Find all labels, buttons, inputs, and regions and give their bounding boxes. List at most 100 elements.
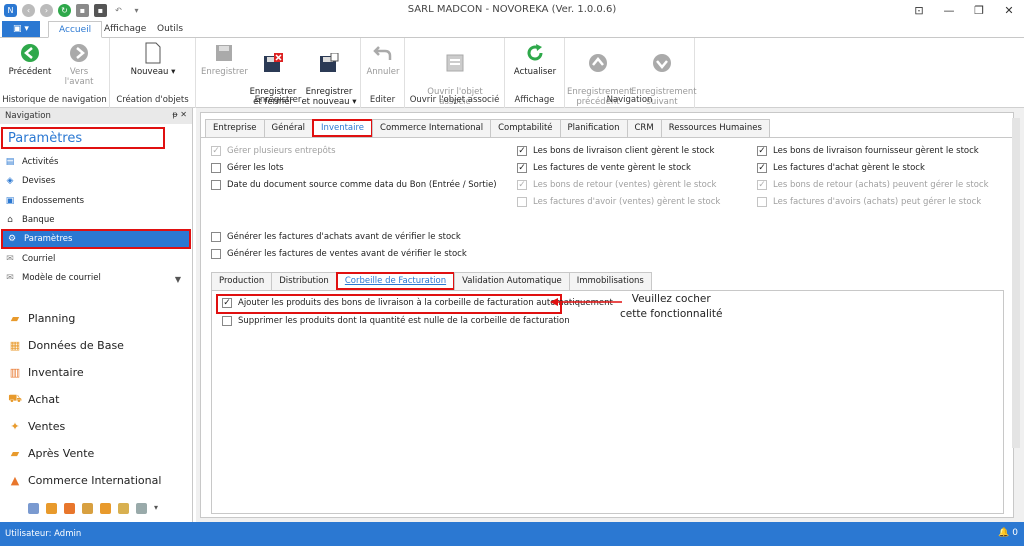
option-client-delivery-stock[interactable]: ✓ Les bons de livraison client gèrent le … [517,146,714,156]
new-button[interactable]: Nouveau ▾ [128,42,178,77]
menu-bar: ▣ ▾ Accueil Affichage Outils [0,20,1024,38]
save-label: Enregistrer [201,67,248,77]
module-commerce-international[interactable]: ▲ Commerce International [8,469,162,491]
vertical-scrollbar[interactable] [1012,118,1020,448]
minimize-icon[interactable]: — [934,0,964,20]
cancel-button[interactable]: Annuler [365,42,401,77]
nav-item-courriel[interactable]: ✉ Courriel [4,250,189,268]
module-shortcuts: ▾ [0,494,193,522]
tab-general[interactable]: Général [263,119,314,137]
refresh-button[interactable]: Actualiser [511,42,559,77]
dropdown-icon[interactable]: ▾ [130,4,143,17]
subtab-production[interactable]: Production [211,272,273,290]
option-remove-zero-quantity[interactable]: Supprimer les produits dont la quantité … [222,316,570,326]
module-apres-vente[interactable]: ▰ Après Vente [8,442,95,464]
option-purchase-invoice-before-check[interactable]: Générer les factures d'achats avant de v… [211,232,461,242]
undo-icon[interactable]: ↶ [112,4,125,17]
nav-item-endossements[interactable]: ▣ Endossements [4,192,189,210]
shortcut-inventory-icon[interactable] [64,502,75,514]
subtab-distribution[interactable]: Distribution [271,272,337,290]
tab-ressources-humaines[interactable]: Ressources Humaines [660,119,770,137]
option-purchase-credit-stock[interactable]: Les factures d'avoirs (achats) peut gére… [757,197,981,207]
annotation-arrow [550,298,622,306]
tab-outils[interactable]: Outils [147,21,193,38]
refresh-icon[interactable]: ↻ [58,3,71,17]
tab-comptabilite[interactable]: Comptabilité [490,119,561,137]
tab-inventaire[interactable]: Inventaire [312,119,374,137]
save-icon[interactable]: ▪ [76,3,89,17]
module-label: Inventaire [28,365,84,379]
group-label: Ouvrir l'objet associé [409,95,500,105]
option-sales-invoice-before-check[interactable]: Générer les factures de ventes avant de … [211,249,467,259]
subtab-validation-automatique[interactable]: Validation Automatique [454,272,570,290]
app-logo-icon: N [4,3,17,17]
nav-item-modele-courriel[interactable]: ✉ Modèle de courriel ▼ [4,269,189,287]
tab-crm[interactable]: CRM [626,119,662,137]
shortcut-purchase-icon[interactable] [82,502,93,514]
cancel-label: Annuler [366,67,400,77]
settings-panel: Entreprise Général Inventaire Commerce I… [200,112,1014,518]
module-inventaire[interactable]: ▥ Inventaire [8,361,84,383]
group-display: Actualiser Affichage [505,38,565,108]
maximize-icon[interactable]: ❐ [964,0,994,20]
module-planning[interactable]: ▰ Planning [8,307,76,329]
arrow-up-icon [587,52,609,74]
bell-icon: 🔔 [998,528,1010,538]
save-close-icon[interactable]: ▪ [94,3,107,17]
module-ventes[interactable]: ✦ Ventes [8,415,65,437]
option-sales-invoice-stock[interactable]: ✓ Les factures de vente gèrent le stock [517,163,691,173]
scroll-down-icon[interactable]: ▼ [175,275,181,284]
file-menu-button[interactable]: ▣ ▾ [2,21,40,37]
tab-commerce-international[interactable]: Commerce International [372,119,492,137]
forward-button[interactable]: Vers l'avant [55,42,103,87]
nav-section-title[interactable]: Paramètres [1,127,165,149]
module-donnees-base[interactable]: ▦ Données de Base [8,334,124,356]
forward-label: Vers l'avant [64,67,94,87]
option-sales-credit-stock[interactable]: Les factures d'avoir (ventes) gèrent le … [517,197,720,207]
nav-item-label: Endossements [22,196,85,206]
save-button[interactable]: Enregistrer [201,42,248,77]
previous-label: Précédent [8,67,52,77]
currency-icon: ◈ [6,176,14,186]
shortcut-settings-icon[interactable] [136,502,147,514]
option-supplier-delivery-stock[interactable]: ✓ Les bons de livraison fournisseur gèren… [757,146,979,156]
option-purchase-invoice-stock[interactable]: ✓ Les factures d'achat gèrent le stock [757,163,925,173]
option-multi-warehouse[interactable]: ✓ Gérer plusieurs entrepôts [211,146,336,156]
floppy-new-icon [318,52,340,74]
bank-icon: ⌂ [7,215,13,225]
shortcut-aftersales-icon[interactable] [118,502,129,514]
nav-item-banque[interactable]: ⌂ Banque [4,211,189,229]
nav-item-parametres[interactable]: ⚙ Paramètres [1,229,191,249]
shortcut-data-icon[interactable] [46,502,57,514]
arrow-down-icon [651,52,673,74]
back-icon[interactable]: ‹ [22,3,35,17]
pin-icon[interactable]: ᵽ ✕ [172,110,187,119]
tab-planification[interactable]: Planification [559,119,628,137]
option-purchase-return-stock[interactable]: ✓ Les bons de retour (achats) peuvent gér… [757,180,989,190]
shortcut-planning-icon[interactable] [28,502,39,514]
shortcut-sales-icon[interactable] [100,502,111,514]
group-navigation: Enregistrement précédent Enregistrement … [565,38,697,108]
main-tab-row: Entreprise Général Inventaire Commerce I… [205,119,770,137]
notification-count: 0 [1012,528,1018,538]
help-icon[interactable]: ⊡ [904,0,934,20]
cart-icon: ⛟ [8,391,22,405]
option-source-doc-date[interactable]: Date du document source comme data du Bo… [211,180,497,190]
title-bar: N ‹ › ↻ ▪ ▪ ↶ ▾ SARL MADCON - NOVOREKA (… [0,0,1024,20]
more-chevron-icon[interactable]: ▾ [154,503,165,514]
module-achat[interactable]: ⛟ Achat [8,388,59,410]
nav-item-activites[interactable]: ▤ Activités [4,153,189,171]
floppy-close-icon [262,52,284,74]
module-label: Commerce International [28,473,162,487]
option-manage-lots[interactable]: Gérer les lots [211,163,284,173]
close-icon[interactable]: ✕ [994,0,1024,20]
forward-icon[interactable]: › [40,3,53,17]
nav-item-devises[interactable]: ◈ Devises [4,172,189,190]
module-label: Données de Base [28,338,124,352]
option-sales-return-stock[interactable]: ✓ Les bons de retour (ventes) gèrent le s… [517,180,716,190]
notifications-indicator[interactable]: 🔔 0 [998,528,1018,538]
tab-entreprise[interactable]: Entreprise [205,119,265,137]
previous-button[interactable]: Précédent [8,42,52,77]
subtab-corbeille-facturation[interactable]: Corbeille de Facturation [335,272,456,290]
subtab-immobilisations[interactable]: Immobilisations [568,272,652,290]
